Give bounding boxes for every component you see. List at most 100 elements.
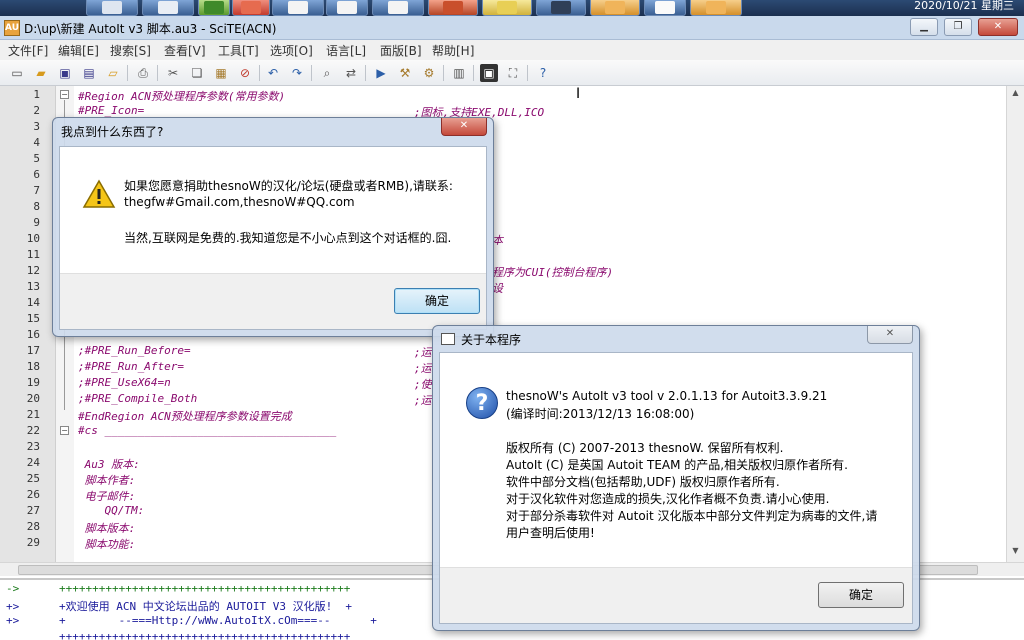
about-dialog-footer: 确定 [440, 567, 912, 623]
compile-icon[interactable]: ⚒ [396, 64, 414, 82]
toolbar-separator [473, 65, 474, 81]
taskbar-button-11[interactable] [590, 0, 640, 16]
code-line: ;#PRE_Compile_Both [78, 392, 198, 405]
taskbar-clock[interactable]: 2020/10/21 星期三 [914, 0, 1014, 12]
question-icon: ? [466, 387, 498, 419]
line-number: 9 [33, 216, 40, 229]
close-button[interactable]: ✕ [978, 18, 1018, 36]
fold-toggle[interactable]: − [60, 90, 69, 99]
taskbar-button-8[interactable] [428, 0, 478, 16]
properties-icon[interactable]: ▥ [450, 64, 468, 82]
replace-icon[interactable]: ⇄ [342, 64, 360, 82]
text-cursor-icon: Ⅰ [576, 86, 581, 102]
taskbar-button-10[interactable] [536, 0, 586, 16]
taskbar-button-5[interactable] [272, 0, 324, 16]
delete-icon[interactable]: ⊘ [236, 64, 254, 82]
menu-language[interactable]: 语言[L] [326, 42, 366, 59]
vertical-scrollbar[interactable]: ▲ ▼ [1006, 86, 1024, 562]
line-number: 5 [33, 152, 40, 165]
taskbar-button-2[interactable] [142, 0, 194, 16]
line-number: 13 [26, 280, 40, 293]
undo-icon[interactable]: ↶ [264, 64, 282, 82]
menu-options[interactable]: 选项[O] [270, 42, 313, 59]
code-comment: ;运 [414, 346, 432, 359]
fold-toggle[interactable]: − [60, 426, 69, 435]
fullscreen-icon[interactable]: ▣ [480, 64, 498, 82]
line-number: 7 [33, 184, 40, 197]
code-line: 脚本版本: [78, 522, 136, 535]
open-icon[interactable]: ▰ [32, 64, 50, 82]
menu-help[interactable]: 帮助[H] [432, 42, 474, 59]
about-dialog-close-button[interactable]: ✕ [867, 326, 913, 344]
new-file-icon[interactable]: ▭ [8, 64, 26, 82]
code-line: #Region ACN预处理程序参数(常用参数) [78, 90, 286, 103]
line-number: 12 [26, 264, 40, 277]
print-icon[interactable]: ⎙ [134, 64, 152, 82]
taskbar-button-1[interactable] [86, 0, 138, 16]
taskbar-button-7[interactable] [372, 0, 424, 16]
taskbar-button-6[interactable] [326, 0, 368, 16]
paste-icon[interactable]: ▦ [212, 64, 230, 82]
output-line: +> + --===Http://wWw.AutoItX.cOm===-- + [6, 614, 377, 627]
about-copyright-line: AutoIt (C) 是英国 Autoit TEAM 的产品,相关版权归原作者所… [506, 458, 848, 472]
code-line: ;#PRE_Run_After= [78, 360, 184, 373]
scroll-up-icon[interactable]: ▲ [1009, 88, 1022, 102]
donate-ok-button[interactable]: 确定 [394, 288, 480, 314]
menu-search[interactable]: 搜索[S] [110, 42, 151, 59]
menu-view[interactable]: 查看[V] [164, 42, 206, 59]
donate-dialog-title: 我点到什么东西了? [61, 125, 164, 139]
app-icon [204, 1, 224, 14]
line-number: 1 [33, 88, 40, 101]
code-line: 脚本功能: [78, 538, 136, 551]
donate-message-line2: thegfw#Gmail.com,thesnoW#QQ.com [124, 195, 355, 209]
taskbar-button-4[interactable] [232, 0, 270, 16]
menu-file[interactable]: 文件[F] [8, 42, 48, 59]
close-icon: ✕ [993, 21, 1003, 32]
tools-icon[interactable]: ⚙ [420, 64, 438, 82]
minimize-button[interactable]: ▁ [910, 18, 938, 36]
find-icon[interactable]: ⌕ [318, 64, 336, 82]
code-comment: ;使 [414, 378, 432, 391]
code-line: #PRE_Icon= [78, 104, 145, 117]
redo-icon[interactable]: ↷ [288, 64, 306, 82]
close-icon: ✕ [459, 120, 469, 131]
window-icon[interactable]: ⛶ [504, 64, 522, 82]
help-icon[interactable]: ? [534, 64, 552, 82]
cut-icon[interactable]: ✂ [164, 64, 182, 82]
line-number: 25 [26, 472, 40, 485]
menu-panel[interactable]: 面版[B] [380, 42, 422, 59]
line-number: 11 [26, 248, 40, 261]
window-titlebar[interactable]: AU D:\up\新建 AutoIt v3 脚本.au3 - SciTE(ACN… [0, 16, 1024, 40]
run-icon[interactable]: ▶ [372, 64, 390, 82]
toolbar-separator [157, 65, 158, 81]
line-number: 4 [33, 136, 40, 149]
taskbar-button-12[interactable] [644, 0, 686, 16]
line-number: 29 [26, 536, 40, 549]
save-icon[interactable]: ▣ [56, 64, 74, 82]
copy-icon[interactable]: ❏ [188, 64, 206, 82]
toolbar-separator [259, 65, 260, 81]
about-copyright-line: 对于部分杀毒软件对 Autoit 汉化版本中部分文件判定为病毒的文件,请 [506, 509, 878, 523]
line-number: 27 [26, 504, 40, 517]
line-number: 18 [26, 360, 40, 373]
about-dialog-title: 关于本程序 [461, 333, 522, 347]
menu-edit[interactable]: 编辑[E] [58, 42, 99, 59]
restore-button[interactable]: ❐ [944, 18, 972, 36]
line-number: 17 [26, 344, 40, 357]
donate-dialog-close-button[interactable]: ✕ [441, 118, 487, 136]
taskbar-button-13[interactable] [690, 0, 742, 16]
line-number: 24 [26, 456, 40, 469]
scroll-down-icon[interactable]: ▼ [1009, 546, 1022, 560]
about-build-line: (编译时间:2013/12/13 16:08:00) [506, 407, 695, 421]
save-all-icon[interactable]: ▤ [80, 64, 98, 82]
open-folder-icon[interactable]: ▱ [104, 64, 122, 82]
line-number: 22 [26, 424, 40, 437]
taskbar-button-9[interactable] [482, 0, 532, 16]
about-dialog: 关于本程序 ✕ ? thesnoW's AutoIt v3 tool v 2.0… [432, 325, 920, 631]
app-icon [288, 1, 308, 14]
app-icon[interactable]: AU [4, 20, 20, 36]
taskbar-button-3[interactable] [198, 0, 230, 16]
about-ok-button[interactable]: 确定 [818, 582, 904, 608]
menu-tools[interactable]: 工具[T] [218, 42, 259, 59]
code-line: ;#PRE_UseX64=n [78, 376, 171, 389]
